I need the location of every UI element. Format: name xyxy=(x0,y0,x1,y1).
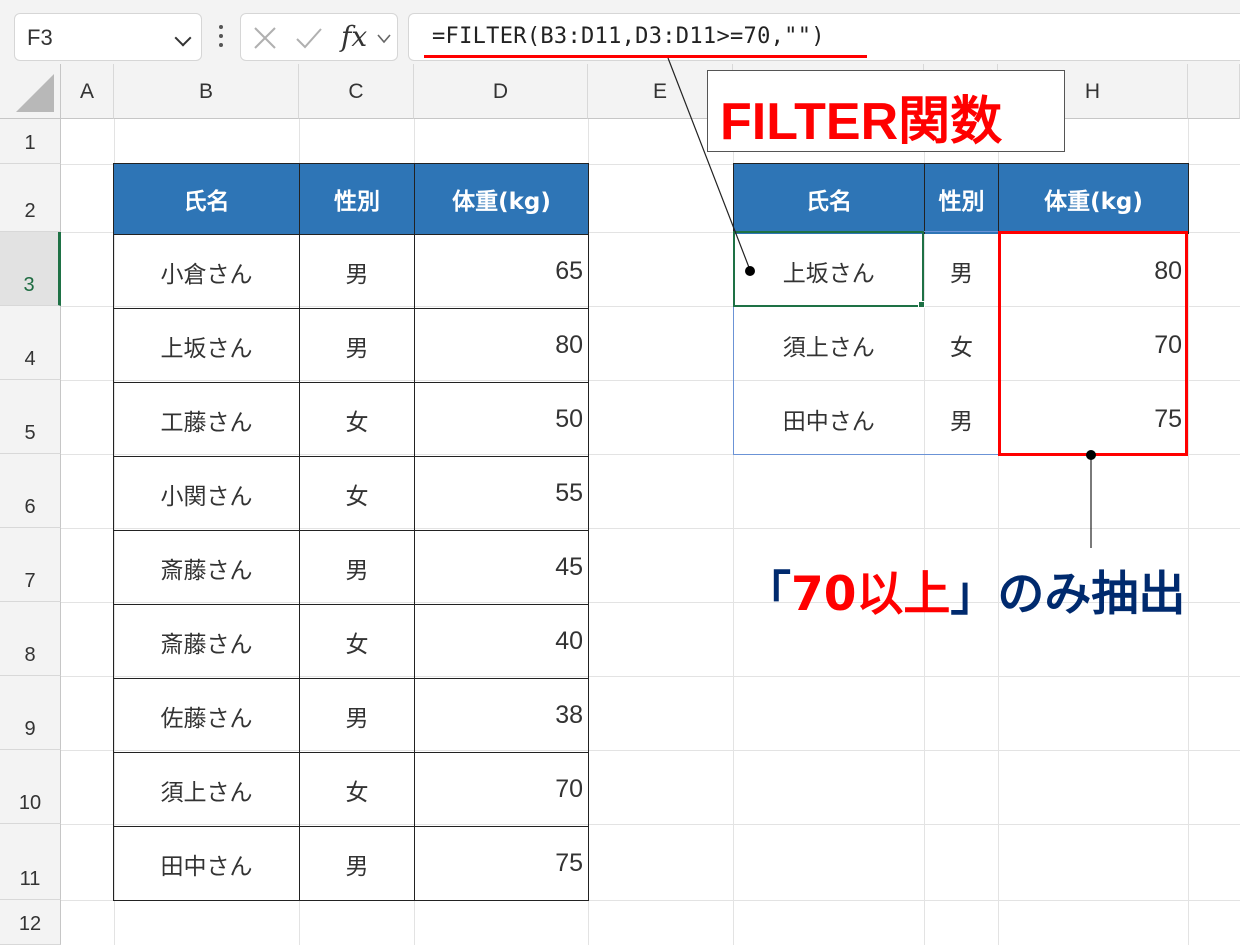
pointer-dot xyxy=(1086,450,1096,460)
extract-annotation: 「70以上」のみ抽出 xyxy=(744,555,1185,624)
extract-open-bracket: 「 xyxy=(744,567,791,622)
extract-highlight: 70以上 xyxy=(791,567,951,622)
function-callout: FILTER関数 xyxy=(707,70,1065,152)
pointer-dot xyxy=(745,266,755,276)
function-callout-label: FILTER関数 xyxy=(720,93,1003,151)
extract-rest: 」のみ抽出 xyxy=(950,567,1186,622)
